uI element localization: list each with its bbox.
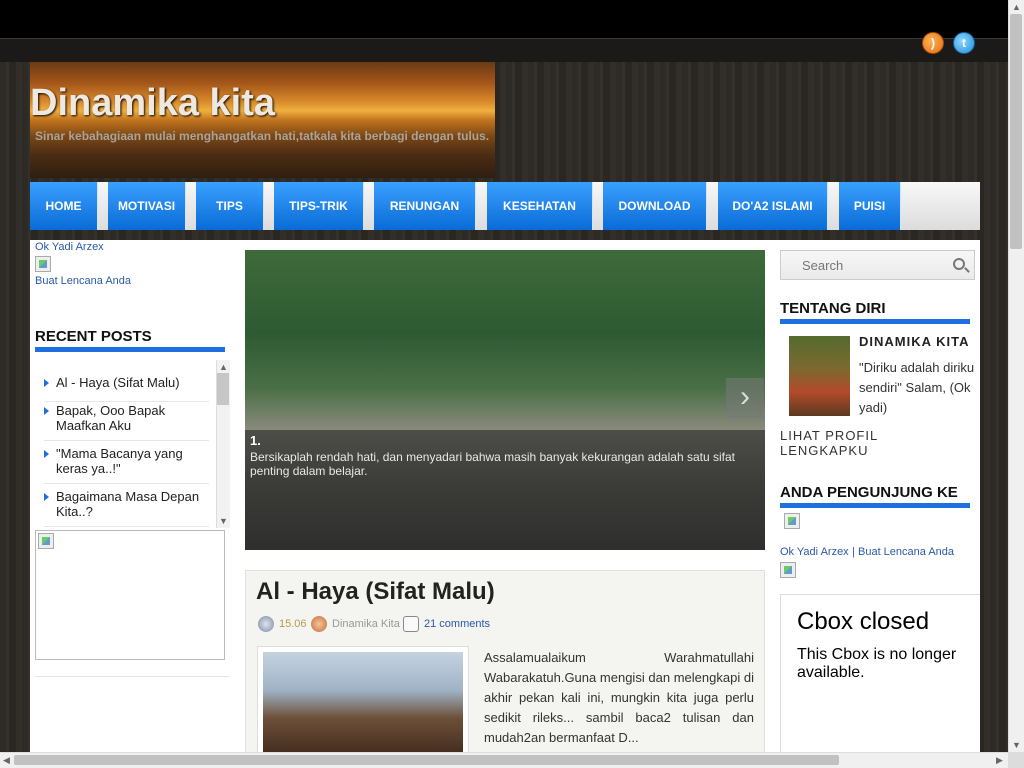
rss-icon[interactable]: ) (922, 32, 944, 54)
main-navigation: HOME MOTIVASI TIPS TIPS-TRIK RENUNGAN KE… (30, 182, 980, 230)
scrollbar-corner (1008, 752, 1024, 768)
recent-post-item[interactable]: "Mama Bacanya yang keras ya..!" (44, 446, 209, 484)
author-icon (311, 616, 327, 632)
badge-image-icon (35, 256, 51, 272)
nav-download[interactable]: DOWNLOAD (603, 182, 707, 230)
cbox-title: Cbox closed (797, 608, 930, 635)
view-profile-link[interactable]: LIHAT PROFIL LENGKAPKU (780, 428, 910, 458)
rss-glyph: ) (931, 36, 935, 50)
visitor-badge-separator: | (852, 546, 855, 558)
recent-posts-underline (35, 347, 225, 352)
recent-posts-list: Al - Haya (Sifat Malu) Bapak, Ooo Bapak … (35, 360, 230, 528)
site-title[interactable]: Dinamika kita (30, 82, 275, 125)
slider-next-button[interactable]: › (726, 378, 764, 418)
about-title: TENTANG DIRI (780, 300, 886, 317)
embedded-frame (35, 530, 225, 660)
nav-kesehatan[interactable]: KESEHATAN (487, 182, 593, 230)
post-author: Dinamika Kita (332, 618, 400, 630)
visitor-counter-image-icon (784, 513, 800, 529)
search-icon[interactable] (953, 258, 965, 270)
visitor-underline (780, 503, 970, 508)
visitor-badge-image-icon (780, 562, 796, 578)
slider-number: 1. (250, 433, 261, 448)
badge-owner-link[interactable]: Ok Yadi Arzex (35, 241, 104, 253)
post-excerpt: Assalamualaikum Warahmatullahi Wabarakat… (484, 650, 754, 745)
page-vertical-scroll-thumb[interactable] (1010, 14, 1022, 249)
create-badge-link[interactable]: Buat Lencana Anda (35, 275, 131, 287)
page-scroll-left-icon[interactable]: ◀ (3, 755, 10, 766)
profile-avatar[interactable] (789, 336, 850, 416)
page-scroll-right-icon[interactable]: ▶ (996, 755, 1003, 766)
twitter-icon[interactable]: t (953, 32, 975, 54)
profile-quote: "Diriku adalah diriku sendiri" Salam, (O… (859, 360, 975, 415)
clock-icon (258, 616, 274, 632)
recent-post-item[interactable]: Bagaimana Masa Depan Kita..? (44, 489, 209, 527)
twitter-glyph: t (962, 36, 966, 50)
visitor-title: ANDA PENGUNJUNG KE (780, 484, 958, 501)
slider-caption: Bersikaplah rendah hati, dan menyadari b… (250, 450, 735, 478)
site-description: Sinar kebahagiaan mulai menghangatkan ha… (35, 129, 490, 143)
page-scroll-down-icon[interactable]: ▼ (1012, 740, 1021, 750)
nav-renungan[interactable]: RENUNGAN (374, 182, 476, 230)
nav-motivasi[interactable]: MOTIVASI (108, 182, 186, 230)
visitor-badge-owner-link[interactable]: Ok Yadi Arzex (780, 546, 849, 558)
visitor-create-badge-link[interactable]: Buat Lencana Anda (858, 546, 954, 558)
search-box (780, 250, 975, 280)
cbox-message: This Cbox is no longer available. (797, 646, 957, 681)
post-time: 15.06 (279, 618, 307, 630)
post-title[interactable]: Al - Haya (Sifat Malu) (256, 578, 495, 606)
nav-tips-trik[interactable]: TIPS-TRIK (274, 182, 364, 230)
sub-bar (0, 38, 1008, 62)
page-scroll-up-icon[interactable]: ▲ (1012, 2, 1021, 12)
broken-image-icon (38, 533, 54, 549)
left-divider (35, 676, 230, 677)
scroll-up-icon[interactable]: ▲ (219, 362, 228, 372)
nav-doa-islami[interactable]: DO'A2 ISLAMI (718, 182, 828, 230)
slider-caption-box (245, 430, 765, 550)
comment-icon (403, 616, 419, 632)
post-comments-link[interactable]: 21 comments (424, 618, 490, 630)
page-horizontal-scroll-thumb[interactable] (14, 755, 839, 765)
nav-home[interactable]: HOME (30, 182, 98, 230)
post-thumbnail[interactable] (263, 652, 463, 762)
profile-name: DINAMIKA KITA (859, 334, 970, 349)
about-underline (780, 319, 970, 324)
top-bar (0, 0, 1008, 38)
recent-post-item[interactable]: Bapak, Ooo Bapak Maafkan Aku (44, 403, 209, 441)
search-input[interactable] (781, 251, 946, 279)
recent-post-item[interactable]: Al - Haya (Sifat Malu) (44, 375, 209, 402)
nav-tips[interactable]: TIPS (196, 182, 264, 230)
scroll-down-icon[interactable]: ▼ (219, 516, 228, 526)
recent-posts-title: RECENT POSTS (35, 328, 152, 345)
nav-puisi[interactable]: PUISI (839, 182, 901, 230)
recent-posts-scroll-thumb[interactable] (217, 373, 229, 405)
